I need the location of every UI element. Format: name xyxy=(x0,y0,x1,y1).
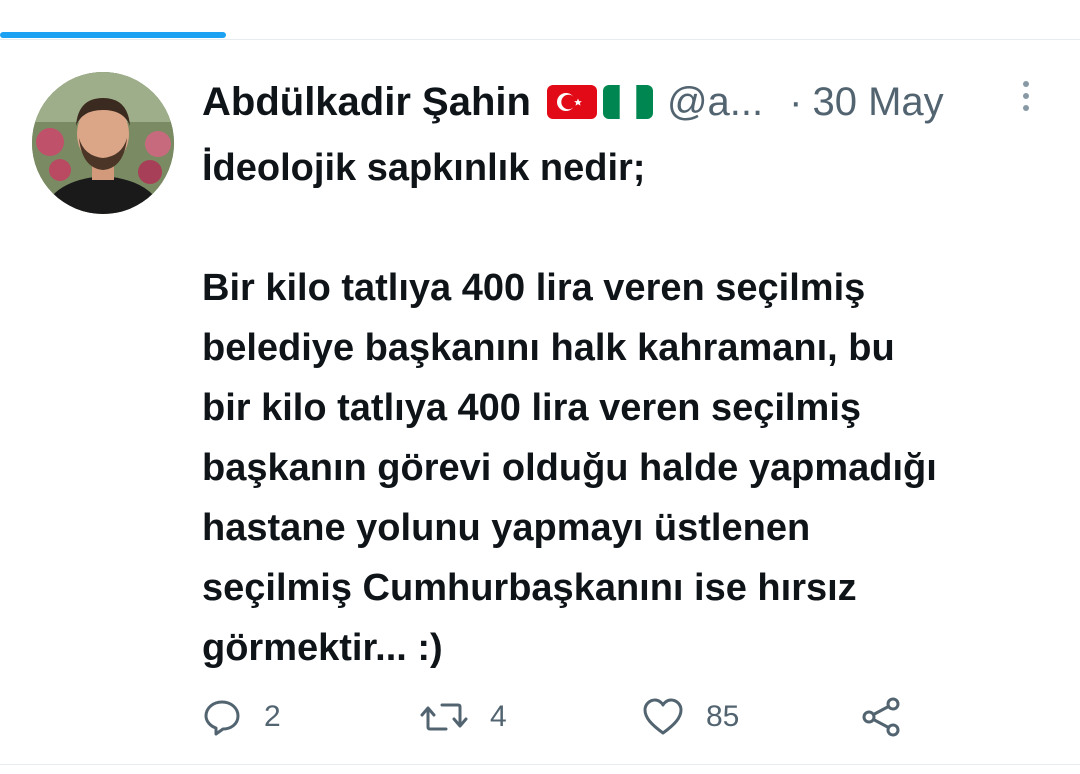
tweet-header: Abdülkadir Şahin @a... · 30 May xyxy=(202,74,1062,130)
tweet-date[interactable]: 30 May xyxy=(812,80,943,125)
share-button[interactable] xyxy=(860,692,902,742)
tweet-divider xyxy=(0,764,1080,765)
tweet-text-line: hastane yolunu yapmayı üstlenen xyxy=(202,507,811,549)
more-options-button[interactable] xyxy=(1012,76,1040,116)
author-display-name[interactable]: Abdülkadir Şahin xyxy=(202,80,531,125)
reply-icon xyxy=(204,700,240,736)
reply-button[interactable]: 2 xyxy=(202,692,281,742)
tweet[interactable]: Abdülkadir Şahin @a... · 30 May İdeoloji… xyxy=(0,40,1080,764)
header-separator: · xyxy=(789,79,803,124)
tweet-text-line: İdeolojik sapkınlık nedir; xyxy=(202,147,646,189)
vertical-ellipsis-icon-dot xyxy=(1023,105,1029,111)
profile-photo xyxy=(32,72,174,214)
tweet-actions: 2 4 85 xyxy=(202,692,962,742)
share-icon xyxy=(862,697,900,737)
tweet-text-line: Bir kilo tatlıya 400 lira veren seçilmiş xyxy=(202,267,866,309)
tweet-text-line: bir kilo tatlıya 400 lira veren seçilmiş xyxy=(202,387,862,429)
author-handle[interactable]: @a... xyxy=(667,80,763,125)
nigeria-flag-icon xyxy=(602,85,653,119)
vertical-ellipsis-icon xyxy=(1023,81,1029,87)
tweet-text-line: seçilmiş Cumhurbaşkanını ise hırsız xyxy=(202,567,857,609)
top-tab-bar xyxy=(0,0,1080,40)
retweet-button[interactable]: 4 xyxy=(420,692,507,742)
avatar[interactable] xyxy=(32,72,174,214)
vertical-ellipsis-icon-dot xyxy=(1023,93,1029,99)
retweet-count: 4 xyxy=(490,700,507,733)
like-button[interactable]: 85 xyxy=(642,692,739,742)
tweet-text-line: görmektir... :) xyxy=(202,627,443,669)
tweet-text: İdeolojik sapkınlık nedir; Bir kilo tatl… xyxy=(202,138,1062,678)
reply-count: 2 xyxy=(264,700,281,733)
retweet-icon xyxy=(420,703,468,731)
active-tab-indicator xyxy=(0,32,226,38)
turkey-flag-icon xyxy=(546,85,597,119)
tweet-text-line: başkanın görevi olduğu halde yapmadığı xyxy=(202,447,937,489)
tweet-text-blank-line xyxy=(202,198,1062,258)
author-flags xyxy=(546,85,653,119)
like-count: 85 xyxy=(706,700,740,733)
heart-icon xyxy=(643,698,683,735)
tweet-text-line: belediye başkanını halk kahramanı, bu xyxy=(202,327,895,369)
